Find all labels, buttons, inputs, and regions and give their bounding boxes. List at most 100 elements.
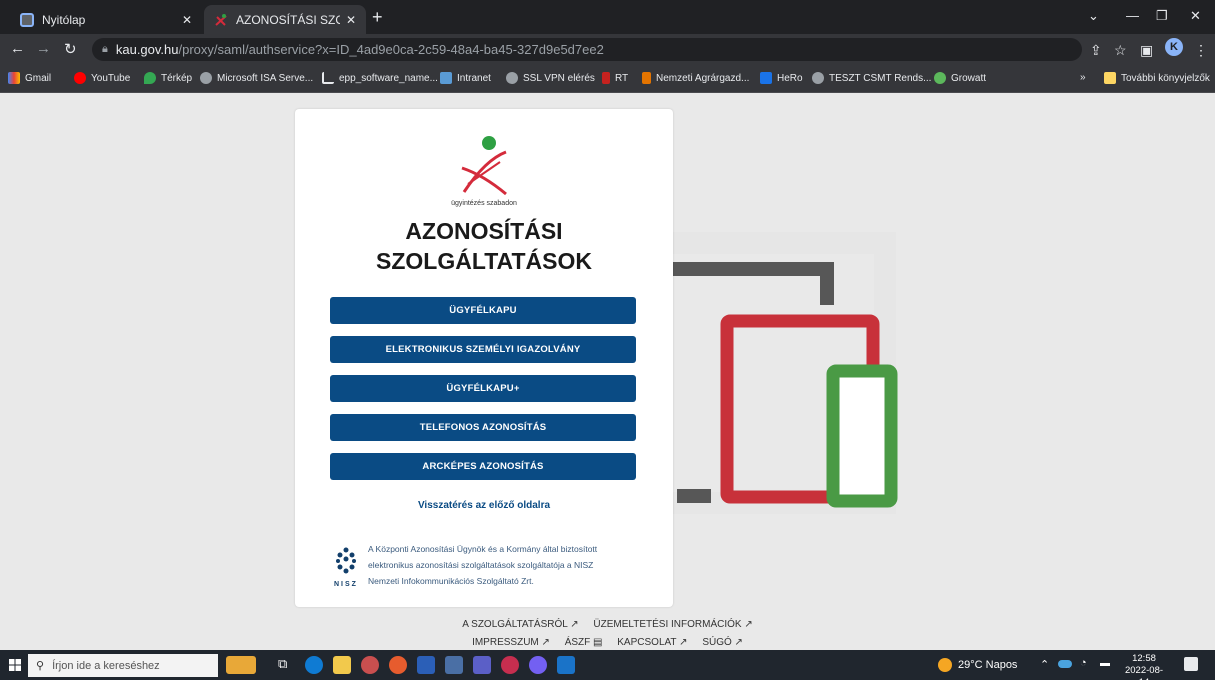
minimize-icon[interactable]: —: [1126, 8, 1139, 23]
browser-tab-bar: Nyitólap ✕ AZONOSÍTÁSI SZOLGÁLTATÁSOK ✕ …: [0, 0, 1215, 34]
bookmark-teszt-csmt[interactable]: TESZT CSMT Rends...: [812, 72, 931, 84]
tab-title: Nyitólap: [42, 12, 86, 27]
close-tab-icon[interactable]: ✕: [346, 13, 356, 27]
bookmark-label: Microsoft ISA Serve...: [217, 72, 314, 84]
windows-start-icon[interactable]: [9, 659, 21, 671]
chrome-icon[interactable]: [389, 656, 407, 674]
bookmark-terkep[interactable]: Térkép: [144, 72, 192, 84]
viber-icon[interactable]: [529, 656, 547, 674]
tab-title: AZONOSÍTÁSI SZOLGÁLTATÁSOK: [236, 12, 340, 27]
link-uzemeltetesi[interactable]: ÜZEMELTETÉSI INFORMÁCIÓK ↗: [593, 619, 752, 630]
weather-text[interactable]: 29°C Napos: [958, 659, 1017, 671]
other-bookmarks[interactable]: További könyvjelzők: [1104, 72, 1210, 84]
bookmark-epp[interactable]: epp_software_name...: [322, 72, 438, 84]
link-szolgaltatasrol[interactable]: A SZOLGÁLTATÁSRÓL ↗: [462, 619, 578, 630]
telefonos-azonositas-button[interactable]: TELEFONOS AZONOSÍTÁS: [330, 414, 636, 441]
bookmark-label: További könyvjelzők: [1121, 72, 1210, 84]
youtube-icon: [74, 72, 86, 84]
news-widget-icon[interactable]: [226, 656, 256, 674]
tab-search-chevron-icon[interactable]: ⌄: [1088, 8, 1099, 24]
bookmark-rt[interactable]: RT: [602, 72, 628, 84]
bookmark-youtube[interactable]: YouTube: [74, 72, 130, 84]
weather-sun-icon: [938, 658, 952, 672]
media-icon[interactable]: [501, 656, 519, 674]
ugyintezes-szabadon-logo-icon: [461, 136, 507, 196]
bookmark-label: Térkép: [161, 72, 193, 84]
close-tab-icon[interactable]: ✕: [182, 13, 192, 27]
tray-chevron-icon[interactable]: ⌃: [1040, 658, 1049, 671]
phone-frame: [826, 364, 898, 508]
bookmark-nemzeti-agrar[interactable]: Nemzeti Agrárgazd...: [642, 72, 749, 84]
notifications-icon[interactable]: [1184, 657, 1198, 671]
bookmark-isa[interactable]: Microsoft ISA Serve...: [200, 72, 313, 84]
bookmark-hero[interactable]: HeRo: [760, 72, 803, 84]
browser-toolbar: ← → ↻ 🔒︎ kau.gov.hu /proxy/saml/authserv…: [0, 34, 1215, 65]
profile-avatar[interactable]: K: [1165, 38, 1183, 56]
teams-icon[interactable]: [473, 656, 491, 674]
address-bar[interactable]: 🔒︎ kau.gov.hu /proxy/saml/authservice?x=…: [92, 38, 1082, 61]
bookmark-intranet[interactable]: Intranet: [440, 72, 491, 84]
footer-line: Nemzeti Infokommunikációs Szolgáltató Zr…: [368, 576, 534, 586]
restore-icon[interactable]: ❐: [1156, 8, 1168, 24]
paint-icon[interactable]: [361, 656, 379, 674]
map-pin-icon: [144, 72, 156, 84]
page-content: ügyintézés szabadon AZONOSÍTÁSI SZOLGÁLT…: [0, 93, 1215, 650]
footer-links-row2: IMPRESSZUM ↗ ÁSZF ▤ KAPCSOLAT ↗ SÚGÓ ↗: [0, 637, 1215, 648]
bookmark-growatt[interactable]: Growatt: [934, 72, 986, 84]
edge-icon[interactable]: [305, 656, 323, 674]
ugyfelkapu-plus-button[interactable]: ÜGYFÉLKAPU+: [330, 375, 636, 402]
kau-favicon-icon: [214, 13, 228, 27]
word-icon[interactable]: [417, 656, 435, 674]
link-aszf[interactable]: ÁSZF ▤: [565, 637, 603, 648]
eszemelyi-button[interactable]: ELEKTRONIKUS SZEMÉLYI IGAZOLVÁNY: [330, 336, 636, 363]
forward-arrow-icon[interactable]: →: [36, 40, 51, 57]
page-title-line2: SZOLGÁLTATÁSOK: [376, 248, 592, 274]
footer-text: A Központi Azonosítási Ügynök és a Kormá…: [368, 541, 668, 589]
network-icon[interactable]: ◔: [1080, 657, 1087, 669]
new-tab-page-icon: [20, 12, 34, 27]
bookmark-star-icon[interactable]: ☆: [1114, 42, 1127, 59]
bookmark-sslvpn[interactable]: SSL VPN elérés: [506, 72, 595, 84]
calculator-icon[interactable]: [445, 656, 463, 674]
taskbar-clock[interactable]: 12:58 2022-08-14: [1124, 653, 1164, 680]
nak-icon: [642, 72, 651, 84]
arckepes-azonositas-button[interactable]: ARCKÉPES AZONOSÍTÁS: [330, 453, 636, 480]
outlook-icon[interactable]: [557, 656, 575, 674]
taskbar-search[interactable]: ⚲ Írjon ide a kereséshez: [28, 654, 218, 677]
bookmarks-bar: Gmail YouTube Térkép Microsoft ISA Serve…: [0, 65, 1215, 93]
close-window-icon[interactable]: ✕: [1190, 8, 1201, 24]
side-panel-icon[interactable]: ▣: [1140, 42, 1153, 59]
link-sugo[interactable]: SÚGÓ ↗: [702, 637, 743, 648]
bookmark-label: Nemzeti Agrárgazd...: [656, 72, 750, 84]
laptop-frame: [670, 262, 834, 305]
onedrive-icon[interactable]: [1058, 660, 1072, 668]
bookmark-label: TESZT CSMT Rends...: [829, 72, 932, 84]
keyboard-icon[interactable]: ▬: [1100, 658, 1110, 669]
footer-links-row1: A SZOLGÁLTATÁSRÓL ↗ ÜZEMELTETÉSI INFORMÁ…: [0, 619, 1215, 630]
intranet-icon: [440, 72, 452, 84]
bookmark-gmail[interactable]: Gmail: [8, 72, 51, 84]
tab-nyitolap[interactable]: Nyitólap ✕: [10, 5, 202, 34]
back-arrow-icon[interactable]: ←: [10, 40, 25, 57]
file-explorer-icon[interactable]: [333, 656, 351, 674]
new-tab-plus-icon[interactable]: +: [372, 7, 383, 28]
share-icon[interactable]: ⇪: [1090, 42, 1102, 59]
card-footer: NISZ A Központi Azonosítási Ügynök és a …: [333, 541, 653, 601]
task-view-icon[interactable]: ⧉: [278, 656, 296, 674]
lock-icon[interactable]: 🔒︎: [102, 43, 108, 56]
growatt-icon: [934, 72, 946, 84]
bookmark-label: HeRo: [777, 72, 803, 84]
link-impresszum[interactable]: IMPRESSZUM ↗: [472, 637, 550, 648]
bookmarks-overflow[interactable]: »: [1080, 72, 1086, 83]
globe-icon: [812, 72, 824, 84]
link-kapcsolat[interactable]: KAPCSOLAT ↗: [617, 637, 687, 648]
ugyfelkapu-button[interactable]: ÜGYFÉLKAPU: [330, 297, 636, 324]
bookmark-label: YouTube: [91, 72, 131, 84]
back-link[interactable]: Visszatérés az előző oldalra: [295, 500, 673, 511]
tab-azonositasi[interactable]: AZONOSÍTÁSI SZOLGÁLTATÁSOK ✕: [204, 5, 366, 34]
bookmark-label: RT: [615, 72, 629, 84]
menu-kebab-icon[interactable]: ⋮: [1194, 42, 1208, 59]
laptop-base: [677, 489, 711, 503]
reload-icon[interactable]: ↻: [64, 40, 77, 58]
page-title-line1: AZONOSÍTÁSI: [405, 218, 563, 244]
